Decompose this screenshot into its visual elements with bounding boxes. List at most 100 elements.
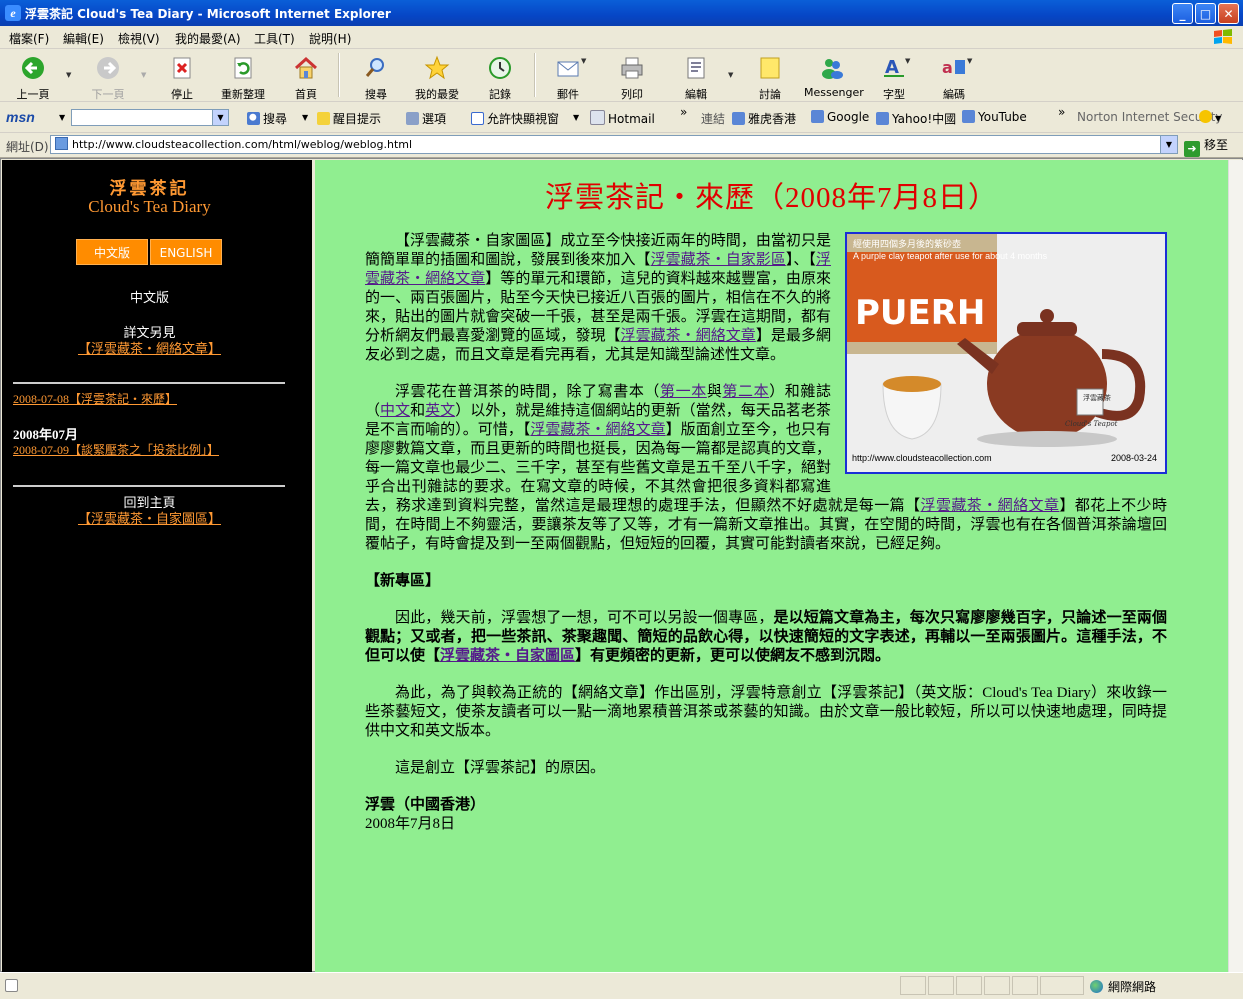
msn-dropdown-icon[interactable]: ▼	[59, 113, 65, 122]
home-icon	[294, 56, 318, 79]
links-label: 連結	[701, 112, 726, 126]
search-button[interactable]: 搜尋	[358, 55, 394, 102]
status-cell	[984, 976, 1010, 995]
options-button[interactable]: 選項	[406, 110, 446, 127]
toolbar-overflow-icon[interactable]: »	[680, 105, 687, 119]
norton-button[interactable]: ▼	[1199, 110, 1221, 124]
menu-help[interactable]: 說明(H)	[309, 30, 351, 47]
msn-search-button[interactable]: 搜尋	[247, 110, 287, 127]
address-input[interactable]: http://www.cloudsteacollection.com/html/…	[50, 135, 1178, 154]
font-icon: A	[884, 57, 904, 78]
discuss-button[interactable]: 討論	[752, 55, 788, 102]
sidebar-articles-link[interactable]: 【浮雲藏茶・網絡文章】	[78, 341, 221, 356]
articles-link[interactable]: 浮雲藏茶・網絡文章	[921, 498, 1060, 514]
articles-link[interactable]: 浮雲藏茶・網絡文章	[530, 422, 665, 438]
menu-favorites[interactable]: 我的最愛(A)	[175, 30, 241, 47]
search-icon	[365, 58, 384, 77]
go-button[interactable]: ➜ 移至	[1184, 136, 1228, 157]
favorites-button[interactable]: 我的最愛	[408, 55, 466, 102]
norton-dropdown-icon: ▼	[1215, 114, 1222, 123]
chevron-down-icon[interactable]: ▼	[1160, 136, 1177, 153]
chinese-magazine-link[interactable]: 中文	[380, 403, 410, 419]
sidebar-divider	[13, 485, 285, 487]
popup-dropdown-icon[interactable]: ▼	[573, 113, 579, 122]
menu-file[interactable]: 檔案(F)	[9, 30, 49, 47]
mail-dropdown-icon[interactable]: ▼	[581, 57, 586, 65]
browser-viewport: 浮雲茶記 Cloud's Tea Diary 中文版 ENGLISH 中文版 詳…	[0, 158, 1243, 972]
address-bar: 網址(D) http://www.cloudsteacollection.com…	[0, 133, 1243, 158]
window-icon	[471, 112, 484, 125]
msn-search-input[interactable]: ▼	[71, 109, 229, 126]
menu-bar: 檔案(F) 編輯(E) 檢視(V) 我的最愛(A) 工具(T) 說明(H)	[0, 26, 1243, 49]
articles-link[interactable]: 浮雲藏茶・網絡文章	[621, 328, 756, 344]
messenger-button[interactable]: Messenger	[804, 55, 864, 99]
second-book-link[interactable]: 第二本	[722, 384, 769, 400]
sidebar-home-link[interactable]: 【浮雲藏茶・自家圖區】	[78, 511, 221, 526]
status-cell	[1040, 976, 1084, 995]
link-google[interactable]: Google	[811, 110, 869, 124]
forward-dropdown-icon[interactable]: ▼	[141, 71, 146, 79]
popup-blocker-button[interactable]: 允許快顯視窗	[471, 110, 559, 127]
link-yahoo-hk[interactable]: 雅虎香港	[732, 110, 796, 127]
refresh-button[interactable]: 重新整理	[214, 55, 272, 102]
refresh-icon	[234, 57, 252, 79]
star-icon	[424, 55, 450, 80]
print-button[interactable]: 列印	[614, 55, 650, 102]
sidebar-recent-post-link[interactable]: 2008-07-08【浮雲茶記・來歷】	[13, 392, 177, 406]
english-magazine-link[interactable]: 英文	[425, 403, 455, 419]
first-book-link[interactable]: 第一本	[660, 384, 707, 400]
chevron-down-icon[interactable]: ▼	[212, 110, 228, 125]
highlight-button[interactable]: 醒目提示	[317, 110, 381, 127]
edit-document-icon	[687, 57, 705, 79]
toolbar-separator	[534, 53, 536, 97]
ie-page-icon	[732, 112, 745, 125]
home-button[interactable]: 首頁	[288, 55, 324, 102]
edit-dropdown-icon[interactable]: ▼	[728, 71, 733, 79]
back-button[interactable]: 上一頁	[14, 55, 52, 102]
photo-caption: 經使用四個多月後的紫砂壺 A purple clay teapot after u…	[853, 239, 1048, 261]
menu-tools[interactable]: 工具(T)	[254, 30, 295, 47]
history-icon	[489, 57, 511, 79]
msn-logo[interactable]: msn	[6, 109, 35, 125]
page-status-icon	[5, 979, 18, 992]
msn-toolbar: msn ▼ ▼ 搜尋 ▼ 醒目提示 選項 允許快顯視窗 ▼ Hotmail » …	[0, 102, 1243, 133]
stop-button[interactable]: 停止	[164, 55, 200, 102]
links-overflow-icon[interactable]: »	[1058, 105, 1065, 119]
status-cell	[1012, 976, 1038, 995]
maximize-button[interactable]: □	[1195, 3, 1216, 24]
msn-search-dropdown-icon[interactable]: ▼	[302, 113, 308, 122]
video-area-link[interactable]: 浮雲藏茶・自家影區	[651, 252, 786, 268]
close-button[interactable]: ✕	[1218, 3, 1239, 24]
forward-button[interactable]: 下一頁	[88, 55, 128, 102]
english-version-button[interactable]: ENGLISH	[150, 239, 222, 265]
image-area-link[interactable]: 浮雲藏茶・自家圖區	[440, 648, 575, 664]
font-dropdown-icon[interactable]: ▼	[905, 57, 910, 65]
history-button[interactable]: 記錄	[482, 55, 518, 102]
status-cell	[956, 976, 982, 995]
link-youtube[interactable]: YouTube	[962, 110, 1027, 124]
security-zone: 網際網路	[1090, 978, 1156, 995]
ie-icon[interactable]: e	[5, 5, 21, 21]
menu-edit[interactable]: 編輯(E)	[63, 30, 104, 47]
sidebar-month-post-link[interactable]: 2008-07-09【談緊壓茶之「投茶比例」】	[13, 443, 219, 457]
paragraph-3: 因此，幾天前，浮雲想了一想，可不可以另設一個專區，是以短篇文章為主，每次只寫廖廖…	[365, 610, 1167, 664]
svg-text:A: A	[885, 57, 899, 78]
envelope-icon	[590, 110, 605, 125]
hotmail-button[interactable]: Hotmail	[590, 110, 655, 126]
menu-view[interactable]: 檢視(V)	[118, 30, 160, 47]
minimize-button[interactable]: _	[1172, 3, 1193, 24]
edit-button[interactable]: 編輯	[678, 55, 714, 102]
author-signature: 浮雲（中國香港）	[365, 797, 486, 813]
vertical-scrollbar[interactable]	[1228, 160, 1243, 972]
search-icon	[247, 112, 260, 125]
encoding-dropdown-icon[interactable]: ▼	[967, 57, 972, 65]
status-cell	[900, 976, 926, 995]
sidebar-version-label: 中文版	[129, 290, 169, 305]
sidebar-divider	[13, 382, 285, 384]
link-yahoo-cn[interactable]: Yahoo!中國	[876, 110, 956, 127]
status-bar: 網際網路	[0, 972, 1243, 999]
chinese-version-button[interactable]: 中文版	[76, 239, 148, 265]
ie-page-icon	[876, 112, 889, 125]
go-arrow-icon: ➜	[1184, 141, 1200, 157]
back-dropdown-icon[interactable]: ▼	[66, 71, 71, 79]
